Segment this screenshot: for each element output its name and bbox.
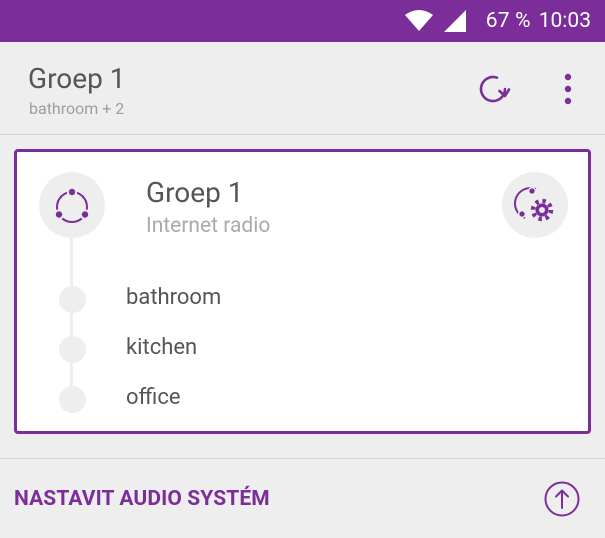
setup-audio-system-button[interactable]: NASTAVIT AUDIO SYSTÉM — [14, 487, 270, 511]
group-name: Groep 1 — [146, 176, 244, 209]
room-name: bathroom — [126, 285, 222, 310]
more-options-button[interactable] — [554, 70, 582, 108]
group-source: Internet radio — [146, 214, 271, 238]
page-subtitle: bathroom + 2 — [29, 99, 125, 118]
group-settings-button[interactable] — [502, 172, 568, 238]
room-item[interactable]: office — [59, 380, 579, 420]
room-item[interactable]: kitchen — [59, 330, 579, 370]
status-bar: 67 % 10:03 — [0, 0, 605, 42]
room-indicator — [59, 336, 86, 363]
group-icon — [39, 172, 105, 238]
room-indicator — [59, 286, 86, 313]
app-bar: Groep 1 bathroom + 2 — [0, 42, 605, 135]
page-title: Groep 1 — [28, 62, 126, 95]
refresh-icon — [479, 75, 511, 103]
room-name: office — [126, 385, 181, 410]
room-item[interactable]: bathroom — [59, 280, 579, 320]
group-settings-icon — [514, 186, 555, 223]
room-name: kitchen — [126, 335, 198, 360]
status-time: 10:03 — [538, 9, 591, 33]
wifi-icon — [404, 9, 434, 33]
scroll-up-button[interactable] — [544, 481, 580, 517]
footer-bar: NASTAVIT AUDIO SYSTÉM — [0, 458, 605, 538]
more-vert-icon — [564, 73, 572, 105]
cellular-signal-icon — [442, 9, 468, 33]
arrow-up-icon — [544, 481, 580, 517]
refresh-button[interactable] — [474, 70, 512, 108]
room-indicator — [59, 386, 86, 413]
battery-level: 67 % — [485, 9, 531, 33]
group-card[interactable]: Groep 1 Internet radio bathroom kitchen … — [14, 149, 591, 434]
